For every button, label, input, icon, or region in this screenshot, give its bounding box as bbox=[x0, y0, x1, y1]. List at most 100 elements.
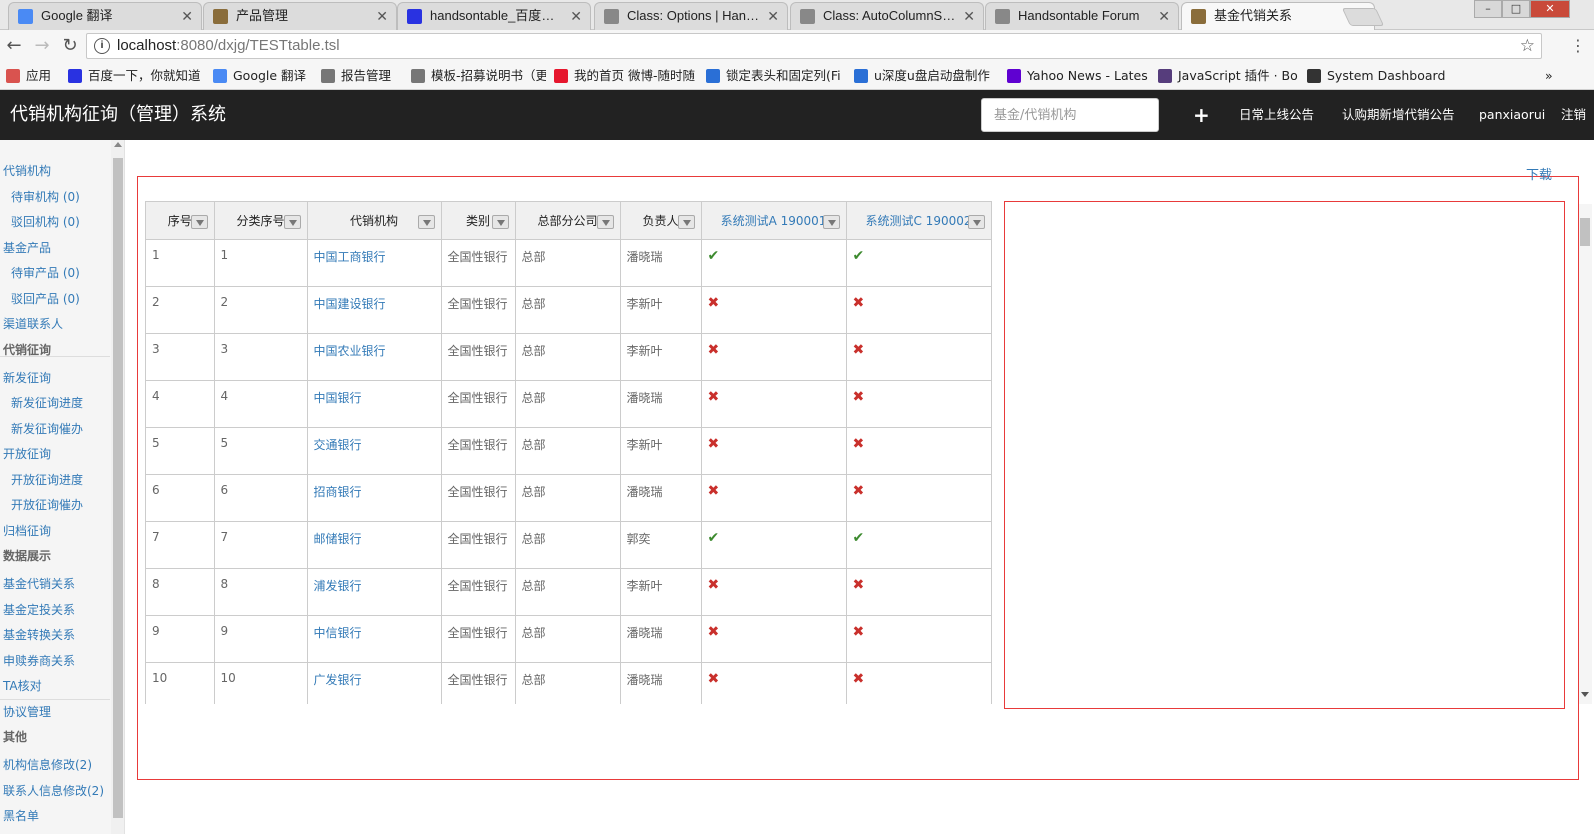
column-header[interactable]: 类别 bbox=[441, 201, 516, 240]
table-cell[interactable]: 总部 bbox=[515, 333, 621, 381]
more-bookmarks-icon[interactable]: » bbox=[1545, 67, 1553, 85]
column-header[interactable]: 总部分公司 bbox=[515, 201, 621, 240]
table-cell[interactable]: 7 bbox=[146, 521, 215, 569]
sidebar-item[interactable]: 基金转换关系 bbox=[3, 624, 75, 646]
table-cell[interactable]: 总部 bbox=[515, 427, 621, 475]
table-cell[interactable]: 广发银行 bbox=[307, 662, 442, 704]
table-cell[interactable]: 邮储银行 bbox=[307, 521, 442, 569]
table-cell[interactable]: 李新叶 bbox=[620, 286, 702, 334]
table-cell[interactable]: 中国银行 bbox=[307, 380, 442, 428]
table-cell[interactable]: ✔ bbox=[701, 239, 847, 287]
bookmark-item[interactable]: 报告管理 bbox=[319, 67, 391, 85]
table-cell[interactable]: ✖ bbox=[701, 380, 847, 428]
table-cell[interactable]: 全国性银行 bbox=[441, 474, 516, 522]
table-cell[interactable]: 7 bbox=[214, 521, 308, 569]
table-cell[interactable]: 1 bbox=[146, 239, 215, 287]
browser-tab[interactable]: Class: AutoColumnSize ✕ bbox=[790, 2, 984, 30]
sidebar-scrollbar[interactable] bbox=[111, 140, 124, 834]
grid-scrollbar[interactable] bbox=[1579, 204, 1592, 704]
table-cell[interactable]: ✖ bbox=[701, 427, 847, 475]
close-window-button[interactable]: ✕ bbox=[1530, 0, 1570, 18]
table-cell[interactable]: 潘晓瑞 bbox=[620, 380, 702, 428]
table-cell[interactable]: 郭奕 bbox=[620, 521, 702, 569]
sidebar-item[interactable]: 申赎券商关系 bbox=[3, 650, 75, 672]
table-cell[interactable]: 4 bbox=[146, 380, 215, 428]
data-grid[interactable]: 序号 分类序号 代销机构 类别 总部分公司 负责人 系统测试A 190001 系统测试C 19… bbox=[145, 201, 998, 704]
bookmark-item[interactable]: 百度一下，你就知道 bbox=[66, 67, 201, 85]
sidebar-item[interactable]: 基金产品 bbox=[3, 237, 51, 259]
sidebar-item[interactable]: 机构信息修改(2) bbox=[3, 754, 92, 776]
table-cell[interactable]: 总部 bbox=[515, 286, 621, 334]
table-cell[interactable]: 9 bbox=[146, 615, 215, 663]
sidebar-item[interactable]: 开放征询进度 bbox=[11, 469, 83, 491]
add-icon[interactable]: + bbox=[1193, 90, 1210, 140]
scroll-up-icon[interactable] bbox=[114, 142, 122, 147]
table-cell[interactable]: 全国性银行 bbox=[441, 615, 516, 663]
bookmark-item[interactable]: 模板-招募说明书（更 bbox=[409, 67, 546, 85]
nav-user[interactable]: panxiaorui bbox=[1479, 90, 1545, 140]
scroll-down-icon[interactable] bbox=[1581, 692, 1589, 697]
maximize-button[interactable]: □ bbox=[1502, 0, 1530, 18]
column-header[interactable]: 分类序号 bbox=[214, 201, 308, 240]
browser-tab[interactable]: 产品管理 ✕ bbox=[203, 2, 397, 30]
info-icon[interactable]: i bbox=[94, 38, 110, 54]
sidebar-item[interactable]: 基金定投关系 bbox=[3, 599, 75, 621]
url-field[interactable]: i localhost:8080/dxjg/TESTtable.tsl ☆ bbox=[86, 33, 1542, 59]
table-cell[interactable]: 3 bbox=[146, 333, 215, 381]
forward-icon[interactable]: → bbox=[30, 34, 54, 58]
minimize-button[interactable]: – bbox=[1474, 0, 1502, 18]
column-filter-dropdown-icon[interactable] bbox=[677, 215, 695, 229]
table-cell[interactable]: ✖ bbox=[846, 615, 992, 663]
sidebar-item[interactable]: TA核对 bbox=[3, 675, 42, 697]
table-cell[interactable]: 潘晓瑞 bbox=[620, 615, 702, 663]
table-cell[interactable]: ✖ bbox=[701, 474, 847, 522]
bookmark-item[interactable]: u深度u盘启动盘制作 bbox=[852, 67, 990, 85]
close-tab-icon[interactable]: ✕ bbox=[181, 3, 193, 29]
browser-tab[interactable]: Class: Options | Handsontable ✕ bbox=[594, 2, 788, 30]
table-cell[interactable]: 全国性银行 bbox=[441, 662, 516, 704]
menu-icon[interactable]: ⋮ bbox=[1566, 34, 1590, 58]
table-cell[interactable]: 6 bbox=[146, 474, 215, 522]
table-cell[interactable]: 中国建设银行 bbox=[307, 286, 442, 334]
bookmark-item[interactable]: 我的首页 微博-随时随 bbox=[552, 67, 695, 85]
column-header[interactable]: 系统测试A 190001 bbox=[701, 201, 847, 240]
table-cell[interactable]: 3 bbox=[214, 333, 308, 381]
nav-subscription-notice[interactable]: 认购期新增代销公告 bbox=[1342, 90, 1455, 140]
table-cell[interactable]: 总部 bbox=[515, 239, 621, 287]
table-cell[interactable]: 全国性银行 bbox=[441, 239, 516, 287]
table-cell[interactable]: ✖ bbox=[701, 286, 847, 334]
table-cell[interactable]: 总部 bbox=[515, 615, 621, 663]
table-cell[interactable]: 8 bbox=[146, 568, 215, 616]
column-header[interactable]: 序号 bbox=[146, 201, 215, 240]
table-cell[interactable]: 2 bbox=[146, 286, 215, 334]
table-cell[interactable]: 总部 bbox=[515, 380, 621, 428]
table-cell[interactable]: 潘晓瑞 bbox=[620, 474, 702, 522]
sidebar-item[interactable]: 开放征询催办 bbox=[11, 494, 83, 516]
column-filter-dropdown-icon[interactable] bbox=[190, 215, 208, 229]
table-cell[interactable]: 中国工商银行 bbox=[307, 239, 442, 287]
sidebar-item[interactable]: 待审产品 (0) bbox=[11, 262, 80, 284]
table-cell[interactable]: 10 bbox=[146, 662, 215, 704]
column-filter-dropdown-icon[interactable] bbox=[491, 215, 509, 229]
sidebar-item[interactable]: 黑名单 bbox=[3, 805, 39, 827]
table-cell[interactable]: 2 bbox=[214, 286, 308, 334]
close-tab-icon[interactable]: ✕ bbox=[570, 3, 582, 29]
sidebar-item[interactable]: 新发征询进度 bbox=[11, 392, 83, 414]
sidebar-item[interactable]: 驳回机构 (0) bbox=[11, 211, 80, 233]
sidebar-scroll-thumb[interactable] bbox=[113, 158, 123, 818]
table-cell[interactable]: 全国性银行 bbox=[441, 286, 516, 334]
table-cell[interactable]: ✖ bbox=[846, 333, 992, 381]
sidebar-item[interactable]: 基金代销关系 bbox=[3, 573, 75, 595]
table-cell[interactable]: 李新叶 bbox=[620, 568, 702, 616]
table-cell[interactable]: 9 bbox=[214, 615, 308, 663]
table-cell[interactable]: 5 bbox=[146, 427, 215, 475]
table-cell[interactable]: 总部 bbox=[515, 662, 621, 704]
table-cell[interactable]: ✖ bbox=[701, 662, 847, 704]
table-cell[interactable]: ✔ bbox=[846, 521, 992, 569]
table-cell[interactable]: ✖ bbox=[701, 615, 847, 663]
table-cell[interactable]: 总部 bbox=[515, 521, 621, 569]
table-cell[interactable]: 潘晓瑞 bbox=[620, 662, 702, 704]
column-header[interactable]: 系统测试C 190002 bbox=[846, 201, 992, 240]
browser-tab[interactable]: handsontable_百度搜索 ✕ bbox=[397, 2, 591, 30]
sidebar-item[interactable]: 新发征询催办 bbox=[11, 418, 83, 440]
